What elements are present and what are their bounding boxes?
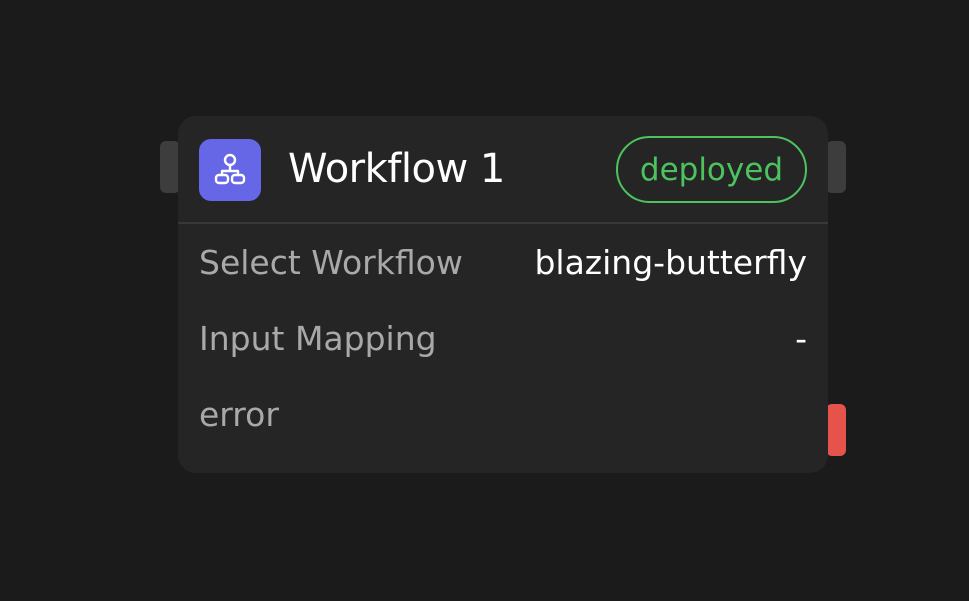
input-handle[interactable] bbox=[160, 141, 180, 193]
workflow-canvas: Workflow 1 deployed Select Workflow blaz… bbox=[0, 0, 969, 601]
field-label: Select Workflow bbox=[199, 242, 463, 282]
field-label: error bbox=[199, 394, 279, 434]
node-header: Workflow 1 deployed bbox=[178, 116, 828, 224]
field-row-input-mapping[interactable]: Input Mapping - bbox=[199, 300, 807, 376]
node-fields: Select Workflow blazing-butterfly Input … bbox=[178, 224, 828, 452]
field-label: Input Mapping bbox=[199, 318, 437, 358]
workflow-node[interactable]: Workflow 1 deployed Select Workflow blaz… bbox=[178, 116, 828, 473]
field-row-select-workflow[interactable]: Select Workflow blazing-butterfly bbox=[199, 224, 807, 300]
error-output-handle[interactable] bbox=[826, 404, 846, 456]
field-row-error: error bbox=[199, 376, 807, 452]
output-handle[interactable] bbox=[826, 141, 846, 193]
workflow-tree-icon bbox=[199, 139, 261, 201]
field-value: blazing-butterfly bbox=[534, 242, 807, 282]
node-title: Workflow 1 bbox=[288, 146, 505, 192]
status-badge: deployed bbox=[615, 136, 807, 203]
field-value: - bbox=[795, 318, 807, 358]
